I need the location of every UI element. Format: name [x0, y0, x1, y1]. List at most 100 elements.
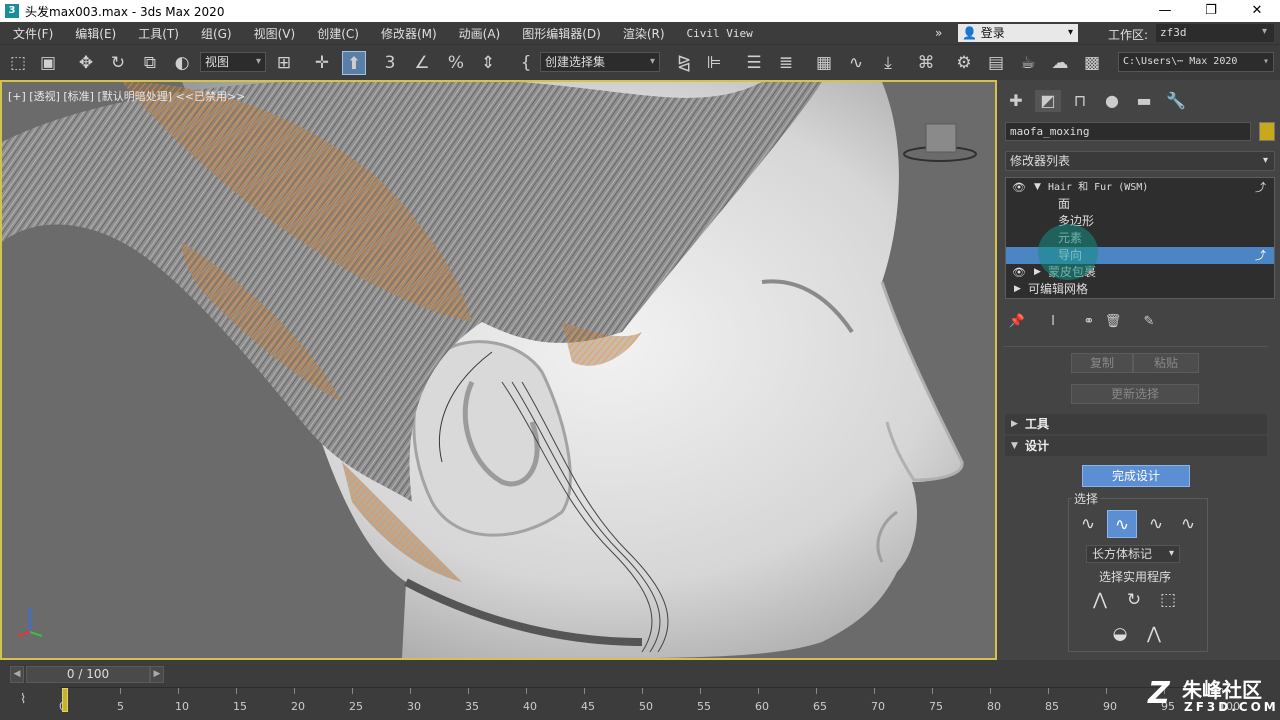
project-path-dropdown[interactable]: C:\Users\⋯ Max 2020	[1118, 52, 1274, 72]
menu-group[interactable]: 组(G)	[188, 25, 241, 42]
menu-edit[interactable]: 编辑(E)	[62, 25, 125, 42]
scale-icon[interactable]: ⧉	[138, 51, 162, 75]
expand-selection-icon[interactable]: ⬚	[1153, 586, 1183, 614]
menu-rendering[interactable]: 渲染(R)	[610, 25, 674, 42]
frame-counter[interactable]: 0 / 100	[26, 666, 150, 683]
render-setup-icon[interactable]: ⚙	[952, 51, 976, 75]
snaps-toggle-icon[interactable]: 3	[378, 51, 402, 75]
menu-create[interactable]: 创建(C)	[304, 25, 368, 42]
rendered-frame-icon[interactable]: ▤	[984, 51, 1008, 75]
display-tab-icon[interactable]: ▬	[1131, 90, 1157, 112]
mirror-icon[interactable]: ⧎	[672, 51, 696, 75]
menu-view[interactable]: 视图(V)	[241, 25, 305, 42]
rotate-icon[interactable]: ↻	[106, 51, 130, 75]
menu-modifiers[interactable]: 修改器(M)	[368, 25, 446, 42]
time-slider-handle[interactable]	[62, 688, 68, 712]
rotate-selection-icon[interactable]: ↻	[1119, 586, 1149, 614]
scene-explorer-icon[interactable]: ☰	[742, 51, 766, 75]
manipulate-icon[interactable]: ⬆	[342, 51, 366, 75]
menu-animation[interactable]: 动画(A)	[446, 25, 510, 42]
login-dropdown[interactable]: 👤 登录 ▾	[958, 24, 1078, 42]
select-guide-by-whole-icon[interactable]: ∿	[1173, 510, 1203, 538]
motion-tab-icon[interactable]: ●	[1099, 90, 1125, 112]
perspective-viewport[interactable]: [+] [透视] [标准] [默认明暗处理] <<已禁用>>	[0, 80, 997, 660]
menu-overflow-icon[interactable]: »	[922, 26, 951, 40]
remove-modifier-icon[interactable]: 🗑	[1103, 312, 1123, 332]
stack-item-hair-and-fur[interactable]: 👁 ▼ Hair 和 Fur (WSM) ⤴	[1006, 179, 1274, 196]
eye-icon[interactable]: 👁	[1012, 264, 1026, 281]
show-end-result-icon[interactable]: Ⅰ	[1043, 312, 1063, 332]
stack-item-skin-wrap[interactable]: 👁 ▶ 蒙皮包裹	[1006, 264, 1274, 281]
percent-snap-icon[interactable]: %	[444, 51, 468, 75]
hide-selected-icon[interactable]: ◒	[1105, 620, 1135, 648]
timeline-track[interactable]: 0510152025303540455055606570758085909510…	[59, 687, 1240, 715]
toggle-ribbon-icon[interactable]: ▦	[812, 51, 836, 75]
box-marker-dropdown[interactable]: 长方体标记	[1086, 545, 1180, 563]
triangle-right-icon[interactable]: ▶	[1034, 264, 1041, 281]
stack-subitem-guides[interactable]: 导向 ⤴	[1006, 247, 1274, 264]
edit-named-selection-icon[interactable]: {	[514, 51, 538, 75]
spinner-snap-icon[interactable]: ⇕	[476, 51, 500, 75]
previous-frame-icon[interactable]: ◀	[10, 666, 24, 683]
curve-editor-mini-icon[interactable]: ⌇	[20, 692, 26, 707]
menu-graph-editors[interactable]: 图形编辑器(D)	[509, 25, 610, 42]
workspace-select[interactable]: zf3d	[1156, 24, 1274, 42]
move-icon[interactable]: ✥	[74, 51, 98, 75]
design-rollout[interactable]: ▼ 设计	[1005, 436, 1267, 456]
reference-coordinate-dropdown[interactable]: 视图	[200, 52, 266, 72]
curve-editor-icon[interactable]: ∿	[844, 51, 868, 75]
minimize-icon[interactable]: —	[1142, 0, 1188, 22]
maximize-icon[interactable]: ❐	[1188, 0, 1234, 22]
finish-design-button[interactable]: 完成设计	[1082, 465, 1190, 487]
close-icon[interactable]: ✕	[1234, 0, 1280, 22]
stack-subitem-face[interactable]: 面	[1006, 196, 1274, 213]
dope-sheet-icon[interactable]: ⤓	[876, 51, 900, 75]
layer-explorer-icon[interactable]: ≣	[774, 51, 798, 75]
render-icon[interactable]: ☕	[1016, 51, 1040, 75]
select-object-icon[interactable]: ▣	[36, 51, 60, 75]
invert-selection-icon[interactable]: ⋀	[1085, 586, 1115, 614]
chevron-down-icon[interactable]: ▾	[1262, 26, 1267, 37]
copy-button[interactable]: 复制	[1071, 353, 1133, 373]
stack-item-editable-mesh[interactable]: ▶ 可编辑网格	[1006, 281, 1274, 298]
show-hidden-icon[interactable]: ⋀	[1139, 620, 1169, 648]
menu-civil-view[interactable]: Civil View	[674, 27, 762, 40]
utilities-tab-icon[interactable]: 🔧	[1163, 90, 1189, 112]
select-guide-by-root-icon[interactable]: ∿	[1141, 510, 1171, 538]
pivot-center-icon[interactable]: ⊞	[272, 51, 296, 75]
object-color-swatch[interactable]	[1259, 122, 1275, 141]
schematic-view-icon[interactable]: ⌘	[914, 51, 938, 75]
make-unique-icon[interactable]: ⚭	[1079, 312, 1099, 332]
paste-button[interactable]: 粘贴	[1133, 353, 1199, 373]
align-icon[interactable]: ⊫	[702, 51, 726, 75]
next-frame-icon[interactable]: ▶	[150, 666, 164, 683]
named-selection-dropdown[interactable]: 创建选择集	[540, 52, 660, 72]
pin-stack-icon[interactable]: 📌	[1007, 312, 1027, 332]
render-in-cloud-icon[interactable]: ☁	[1048, 51, 1072, 75]
modify-tab-icon[interactable]: ◩	[1035, 90, 1061, 112]
menu-file[interactable]: 文件(F)	[0, 25, 62, 42]
menu-tools[interactable]: 工具(T)	[125, 25, 188, 42]
select-guide-by-vertex-icon[interactable]: ∿	[1107, 510, 1137, 538]
placement-icon[interactable]: ◐	[170, 51, 194, 75]
viewport-label[interactable]: [+] [透视] [标准] [默认明暗处理] <<已禁用>>	[8, 88, 245, 104]
angle-snap-icon[interactable]: ∠	[410, 51, 434, 75]
hierarchy-tab-icon[interactable]: ⊓	[1067, 90, 1093, 112]
stack-subitem-element[interactable]: 元素	[1006, 230, 1274, 247]
eye-icon[interactable]: 👁	[1012, 179, 1026, 196]
modifier-list-dropdown[interactable]: 修改器列表	[1005, 151, 1275, 171]
a360-gallery-icon[interactable]: ▩	[1080, 51, 1104, 75]
select-region-icon[interactable]: ⬚	[6, 51, 30, 75]
create-tab-icon[interactable]: ✚	[1003, 90, 1029, 112]
configure-modifier-sets-icon[interactable]: ✎	[1139, 312, 1159, 332]
update-selection-button[interactable]: 更新选择	[1071, 384, 1199, 404]
triangle-right-icon[interactable]: ▶	[1014, 281, 1021, 298]
stack-subitem-polygon[interactable]: 多边形	[1006, 213, 1274, 230]
window-title: 头发max003.max - 3ds Max 2020	[25, 4, 225, 19]
object-name-field[interactable]: maofa_moxing	[1005, 122, 1251, 141]
triangle-down-icon[interactable]: ▼	[1034, 179, 1041, 196]
select-guide-by-end-icon[interactable]: ∿	[1073, 510, 1103, 538]
select-and-move-icon[interactable]: ✛	[310, 51, 334, 75]
tools-rollout[interactable]: ▶ 工具	[1005, 414, 1267, 434]
viewcube[interactable]	[920, 120, 960, 160]
